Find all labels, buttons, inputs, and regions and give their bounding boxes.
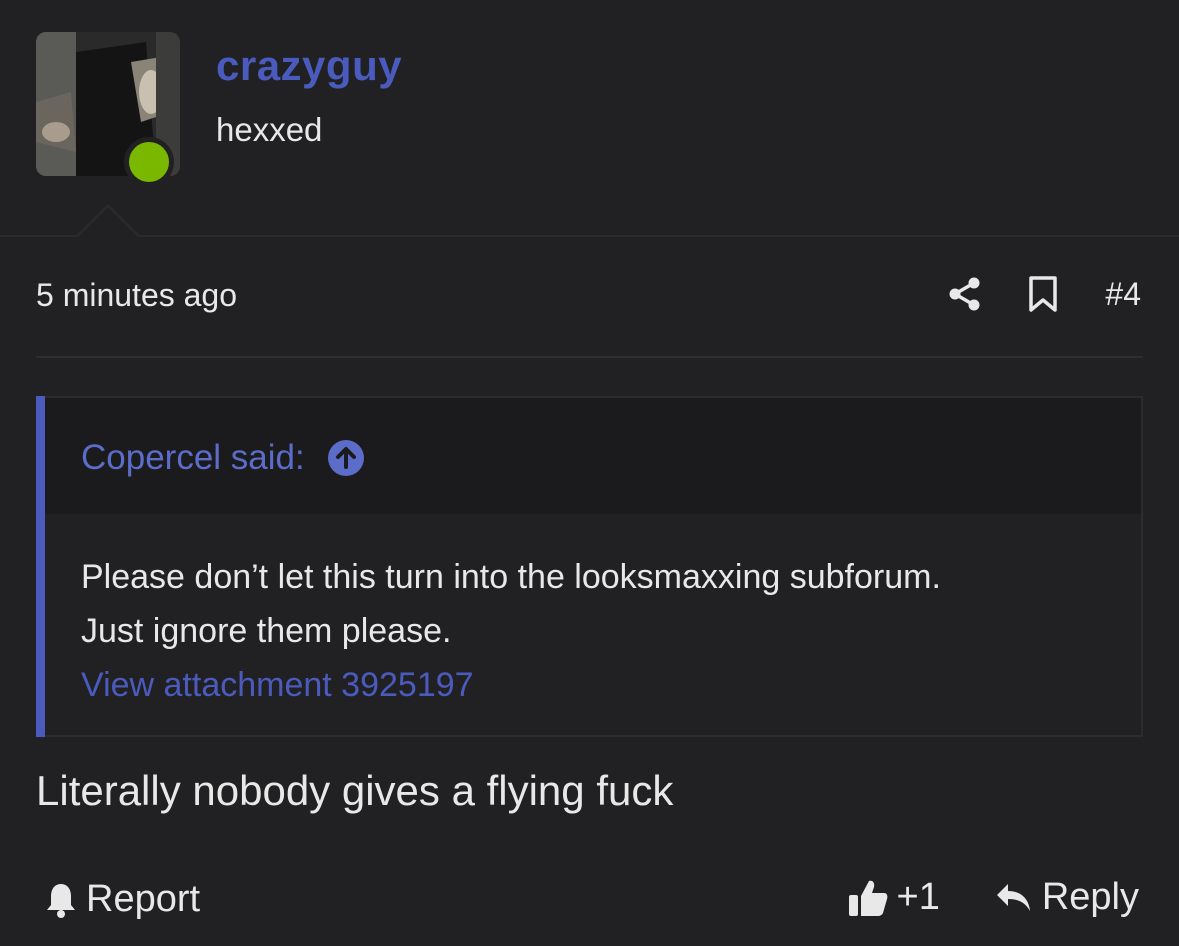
thumbs-up-icon — [848, 880, 887, 916]
quote-block: Copercel said: Please don’t let this tur… — [36, 396, 1143, 737]
user-title: hexxed — [216, 111, 323, 148]
online-status-indicator — [124, 137, 174, 187]
username[interactable]: crazyguy — [216, 42, 402, 90]
quote-author-link[interactable]: Copercel said: — [81, 438, 365, 478]
reply-label: Reply — [1041, 876, 1139, 918]
share-icon — [949, 277, 980, 311]
like-count: +1 — [896, 876, 940, 918]
post-footer-actions: +1 Reply — [847, 876, 1139, 919]
report-button[interactable]: Report — [44, 878, 200, 921]
post-number-link[interactable]: #4 — [1105, 276, 1141, 313]
header-divider — [0, 235, 1179, 237]
meta-divider — [36, 356, 1143, 358]
bookmark-button[interactable] — [1023, 272, 1063, 316]
bookmark-icon — [1029, 276, 1058, 312]
report-label: Report — [86, 878, 201, 920]
post-body-text: Literally nobody gives a flying fuck — [36, 767, 674, 814]
reply-button[interactable]: Reply — [994, 876, 1139, 919]
header-pointer-inner — [77, 207, 139, 238]
quote-body: Please don’t let this turn into the look… — [81, 550, 1121, 712]
reply-icon — [996, 883, 1030, 911]
post-timestamp[interactable]: 5 minutes ago — [36, 277, 237, 314]
quote-author-label: Copercel said: — [81, 438, 305, 477]
quote-accent-bar — [36, 396, 45, 737]
like-button[interactable]: +1 — [847, 876, 940, 919]
post-meta-actions: #4 — [945, 272, 1141, 316]
arrow-up-circle-icon[interactable] — [327, 439, 365, 477]
quote-header: Copercel said: — [45, 398, 1141, 514]
quote-text-line-2: Just ignore them please. — [81, 612, 452, 650]
post-header: crazyguy hexxed — [0, 0, 1179, 236]
attachment-link[interactable]: View attachment 3925197 — [81, 658, 1121, 712]
share-button[interactable] — [945, 272, 985, 316]
bell-icon — [47, 883, 75, 918]
quote-text-line-1: Please don’t let this turn into the look… — [81, 558, 941, 596]
